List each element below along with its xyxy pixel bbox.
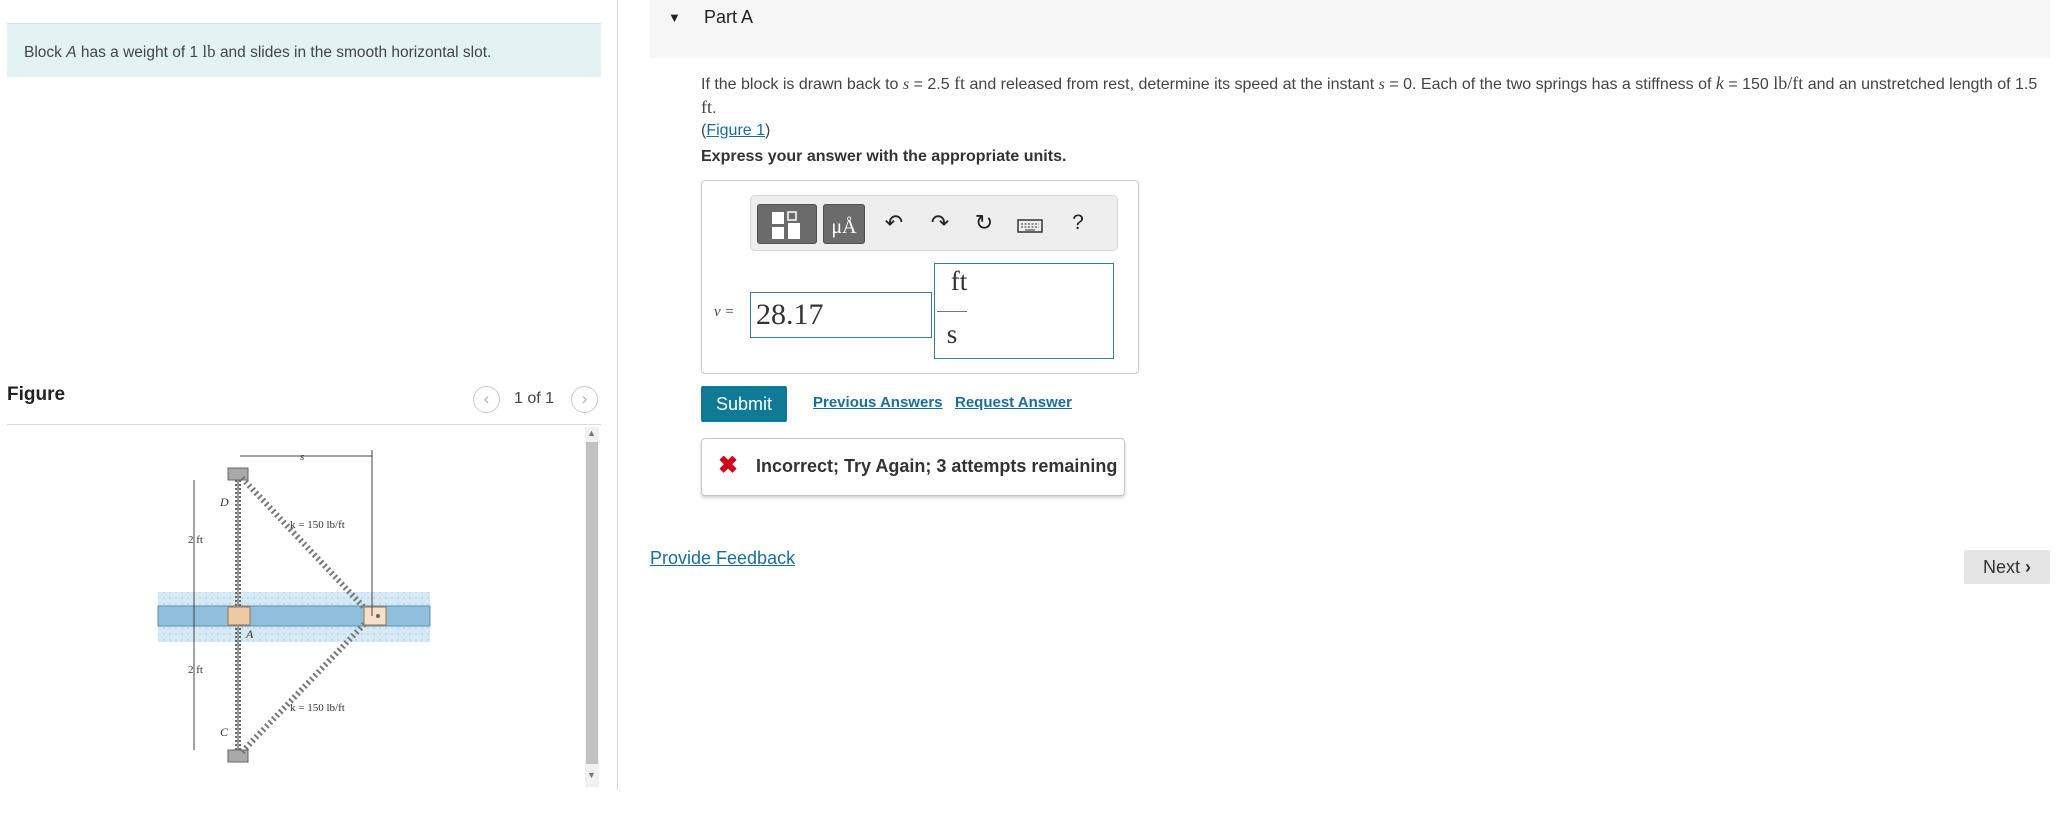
problem-text: and slides in the smooth horizontal slot… (219, 44, 492, 61)
variable-s: s (1378, 76, 1385, 93)
x-icon: ✖ (718, 452, 739, 479)
request-answer-link[interactable]: Request Answer (955, 394, 1072, 411)
answer-instruction: Express your answer with the appropriate… (701, 148, 1067, 165)
question-text: = 0. Each of the two springs has a stiff… (1389, 76, 1712, 93)
weight-unit: lb (202, 42, 216, 61)
help-button[interactable]: ? (1063, 211, 1093, 235)
figure-next-button[interactable]: › (571, 386, 598, 413)
unit-ft: ft (701, 97, 712, 117)
templates-icon (772, 211, 800, 239)
question-text: and released from rest, determine its sp… (969, 76, 1375, 93)
horizontal-slot (157, 605, 431, 627)
problem-text: has a weight of 1 (80, 44, 199, 61)
figure-diagram: s 2 ft 2 ft D A C k = 150 lb/ft k = 150 … (157, 450, 431, 763)
chevron-right-icon: › (2025, 557, 2032, 577)
variable-s: s (902, 76, 910, 93)
next-label: Next (1982, 557, 2020, 577)
paren: ) (765, 122, 771, 139)
question-text: = 150 (1728, 76, 1769, 93)
figure-scrollbar-thumb[interactable] (586, 442, 598, 764)
block-symbol: A (66, 44, 77, 61)
problem-text: Block (24, 44, 62, 61)
keyboard-glyph (1017, 219, 1043, 233)
submit-button[interactable]: Submit (701, 386, 787, 422)
question-text: . (712, 100, 717, 117)
figure-heading: Figure (7, 384, 66, 405)
variable-label: v = (714, 304, 735, 320)
units-label: μÅ (831, 216, 857, 238)
part-title[interactable]: Part A (704, 7, 753, 28)
bottom-support (227, 749, 249, 763)
chevron-right-icon: › (581, 389, 588, 408)
point-d-label: D (219, 495, 229, 509)
question-text: = 2.5 (913, 76, 950, 93)
upper-spring-label: k = 150 lb/ft (290, 519, 345, 531)
previous-answers-link[interactable]: Previous Answers (813, 394, 943, 411)
fraction-bar (937, 311, 967, 312)
answer-value-input[interactable]: 28.17 (750, 292, 932, 338)
block-a-start (227, 606, 251, 626)
undo-icon[interactable]: ↶ (879, 210, 909, 236)
units-button[interactable]: μÅ (823, 204, 865, 244)
chevron-left-icon: ‹ (483, 389, 490, 408)
question-text: If the block is drawn back to s = 2.5 ft… (701, 72, 2051, 142)
figure-link[interactable]: Figure 1 (706, 122, 765, 139)
reset-icon[interactable]: ↻ (969, 210, 999, 236)
templates-button[interactable] (757, 204, 817, 244)
unit-ft: ft (954, 73, 966, 93)
figure-prev-button[interactable]: ‹ (473, 386, 500, 413)
lower-dimension-label: 2 ft (188, 664, 203, 676)
keyboard-icon[interactable] (1015, 214, 1045, 240)
point-a-label: A (245, 627, 254, 641)
question-text: and an unstretched length of 1.5 (1807, 76, 2038, 93)
unit-lb-per-ft: lb/ft (1773, 73, 1804, 93)
math-toolbar: μÅ ↶ ↷ ↻ ? (750, 195, 1118, 251)
figure-counter: 1 of 1 (514, 390, 555, 407)
caret-down-icon[interactable]: ▼ (668, 10, 681, 25)
upper-dimension-label: 2 ft (188, 534, 203, 546)
feedback-message: Incorrect; Try Again; 3 attempts remaini… (756, 456, 1118, 476)
point-c-label: C (220, 725, 229, 739)
s-label: s (300, 451, 304, 463)
question-text: If the block is drawn back to (701, 76, 899, 93)
block-pin (376, 614, 380, 618)
unit-denominator: s (946, 319, 958, 349)
top-support (227, 467, 249, 481)
scroll-down-icon[interactable]: ▼ (587, 770, 596, 780)
unit-numerator: ft (950, 266, 968, 296)
column-divider (617, 0, 618, 790)
block-a-displaced (363, 606, 387, 626)
lower-spring-label: k = 150 lb/ft (290, 702, 345, 714)
part-header[interactable] (650, 0, 2050, 58)
variable-k: k (1715, 73, 1724, 93)
provide-feedback-link[interactable]: Provide Feedback (650, 548, 795, 569)
problem-statement: Block A has a weight of 1 lb and slides … (7, 23, 601, 77)
scroll-up-icon[interactable]: ▲ (587, 428, 596, 438)
redo-icon[interactable]: ↷ (925, 210, 955, 236)
divider (7, 424, 601, 425)
next-button[interactable]: Next › (1964, 550, 2050, 584)
